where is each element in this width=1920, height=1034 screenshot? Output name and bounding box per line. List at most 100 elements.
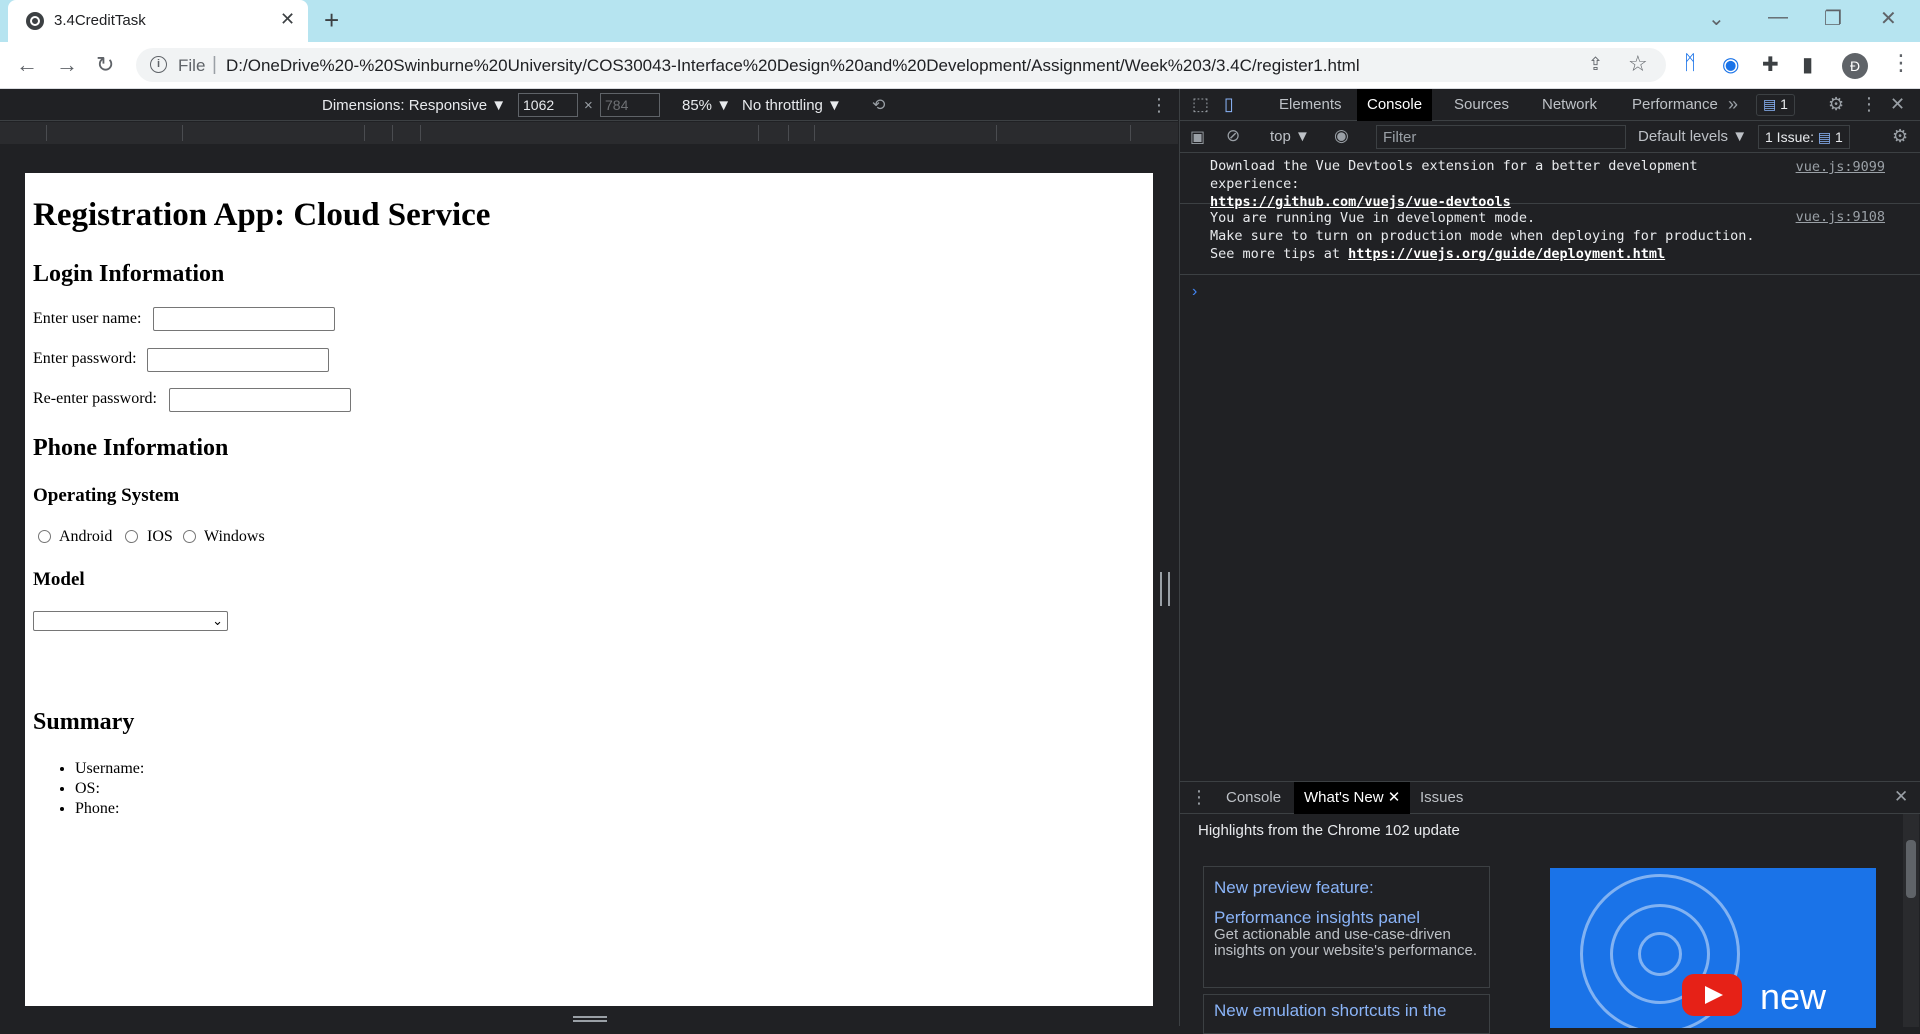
extension-sound-icon[interactable]: ◉: [1722, 52, 1739, 77]
rotate-icon[interactable]: ⟲: [872, 95, 885, 115]
ruler-mark[interactable]: [1130, 125, 1131, 141]
youtube-play-icon[interactable]: [1682, 974, 1742, 1016]
radio-android[interactable]: [38, 530, 51, 543]
tab-search-icon[interactable]: ⌄: [1708, 6, 1725, 31]
clear-console-icon[interactable]: ⊘: [1226, 126, 1240, 146]
model-select[interactable]: ⌄: [33, 611, 228, 631]
url-text[interactable]: D:/OneDrive%20-%20Swinburne%20University…: [226, 56, 1360, 76]
feature-card-title[interactable]: New preview feature:: [1214, 873, 1374, 903]
back-icon[interactable]: ←: [16, 52, 38, 78]
drawer-menu-icon[interactable]: ⋮: [1190, 787, 1208, 808]
info-icon[interactable]: i: [150, 56, 167, 73]
width-input[interactable]: 1062: [518, 93, 578, 117]
extensions-puzzle-icon[interactable]: ✚: [1762, 52, 1779, 77]
tab-sources[interactable]: Sources: [1444, 89, 1519, 121]
inspect-element-icon[interactable]: ⬚: [1192, 94, 1209, 115]
restore-icon[interactable]: ❐: [1824, 6, 1842, 31]
log-line: experience:: [1210, 176, 1300, 192]
devtools-menu-icon[interactable]: ⋮: [1860, 94, 1878, 115]
console-prompt[interactable]: ›: [1192, 283, 1197, 301]
zoom-select[interactable]: 85% ▼: [682, 97, 731, 114]
log-source-link[interactable]: vue.js:9108: [1796, 209, 1885, 225]
sidebar-toggle-icon[interactable]: ▣: [1190, 127, 1205, 147]
tab-network[interactable]: Network: [1532, 89, 1607, 121]
minimize-icon[interactable]: —: [1768, 6, 1788, 29]
drawer-tab-issues[interactable]: Issues: [1410, 782, 1473, 814]
console-settings-icon[interactable]: ⚙: [1892, 126, 1908, 147]
height-input[interactable]: 784: [600, 93, 660, 117]
ruler-mark[interactable]: [392, 125, 393, 141]
close-window-icon[interactable]: ✕: [1880, 6, 1897, 31]
settings-icon[interactable]: ⚙: [1828, 94, 1844, 115]
dimensions-select[interactable]: Dimensions: Responsive ▼: [322, 97, 506, 114]
close-devtools-icon[interactable]: ✕: [1890, 94, 1905, 115]
more-tabs-icon[interactable]: »: [1728, 94, 1738, 115]
ruler-mark[interactable]: [420, 125, 421, 141]
device-toggle-icon[interactable]: ▯: [1224, 94, 1234, 115]
drawer-tabbar: ⋮ Console What's New ✕ Issues ✕: [1180, 782, 1920, 814]
ruler-mark[interactable]: [814, 125, 815, 141]
username-input[interactable]: [153, 307, 335, 331]
issues-counter[interactable]: 1 Issue: ▤ 1: [1758, 125, 1850, 149]
forward-icon[interactable]: →: [56, 52, 78, 78]
radio-ios-label: IOS: [147, 528, 173, 545]
username-label: Enter user name:: [33, 310, 142, 327]
malwarebytes-icon[interactable]: ᛗ: [1684, 52, 1696, 75]
ruler-mark[interactable]: [758, 125, 759, 141]
new-tab-icon[interactable]: +: [324, 6, 339, 34]
console-filter-input[interactable]: Filter: [1376, 125, 1626, 149]
times-sign: ×: [584, 97, 593, 114]
device-toolbar: Dimensions: Responsive ▼ 1062 × 784 85% …: [0, 89, 1178, 121]
throttling-select[interactable]: No throttling ▼: [742, 97, 842, 114]
avatar[interactable]: Đ: [1842, 53, 1868, 79]
decor-ring: [1638, 932, 1682, 976]
close-tab-icon[interactable]: ✕: [1388, 789, 1401, 806]
ruler-mark[interactable]: [364, 125, 365, 141]
close-tab-icon[interactable]: ✕: [280, 9, 295, 30]
ruler-mark[interactable]: [182, 125, 183, 141]
close-drawer-icon[interactable]: ✕: [1894, 787, 1908, 807]
password-input[interactable]: [147, 348, 329, 372]
model-heading: Model: [33, 569, 85, 590]
address-bar[interactable]: i File | D:/OneDrive%20-%20Swinburne%20U…: [136, 48, 1666, 82]
ruler-mark[interactable]: [46, 125, 47, 141]
devtools-panel: ⬚ ▯ Elements Console Sources Network Per…: [1179, 89, 1920, 1034]
log-source-link[interactable]: vue.js:9099: [1796, 159, 1885, 175]
chrome-update-video-thumbnail[interactable]: new: [1550, 868, 1876, 1028]
feature-card-title[interactable]: New emulation shortcuts in the: [1214, 1001, 1446, 1021]
scrollbar-thumb[interactable]: [1906, 840, 1916, 898]
issues-badge[interactable]: ▤ 1: [1756, 94, 1795, 116]
issues-badge-count: 1: [1780, 96, 1788, 112]
reload-icon[interactable]: ↻: [96, 52, 114, 78]
summary-heading: Summary: [33, 709, 135, 735]
resize-handle-bottom[interactable]: [573, 1016, 607, 1022]
context-select[interactable]: top ▼: [1270, 128, 1310, 145]
live-expression-eye-icon[interactable]: ◉: [1334, 126, 1349, 146]
chrome-menu-icon[interactable]: ⋮: [1890, 50, 1912, 76]
console-toolbar: ▣ ⊘ top ▼ ◉ Filter Default levels ▼ 1 Is…: [1180, 121, 1920, 153]
ruler-mark[interactable]: [996, 125, 997, 141]
side-panel-icon[interactable]: ▮: [1802, 52, 1813, 77]
tab-performance[interactable]: Performance: [1622, 89, 1728, 121]
share-icon[interactable]: ⇪: [1588, 54, 1603, 75]
radio-ios[interactable]: [125, 530, 138, 543]
feature-card[interactable]: New emulation shortcuts in the: [1203, 994, 1490, 1034]
drawer-scrollbar[interactable]: [1903, 814, 1919, 1027]
tab-console[interactable]: Console: [1357, 89, 1433, 121]
more-options-icon[interactable]: ⋮: [1150, 95, 1168, 116]
tab-elements[interactable]: Elements: [1269, 89, 1352, 121]
drawer-tab-console[interactable]: Console: [1216, 782, 1291, 814]
resize-handle-right[interactable]: [1160, 572, 1170, 606]
log-levels-select[interactable]: Default levels ▼: [1638, 128, 1747, 145]
radio-windows[interactable]: [183, 530, 196, 543]
reenter-password-input[interactable]: [169, 388, 351, 412]
browser-tab[interactable]: 3.4CreditTask ✕: [8, 0, 308, 42]
feature-card[interactable]: New preview feature: Performance insight…: [1203, 866, 1490, 988]
bookmark-star-icon[interactable]: ☆: [1628, 51, 1648, 77]
console-message: You are running Vue in development mode.…: [1180, 205, 1920, 275]
vue-deployment-link[interactable]: https://vuejs.org/guide/deployment.html: [1348, 246, 1665, 262]
console-message: Download the Vue Devtools extension for …: [1180, 155, 1920, 210]
ruler-mark[interactable]: [788, 125, 789, 141]
drawer-tab-whats-new[interactable]: What's New ✕: [1294, 782, 1411, 814]
message-icon: ▤: [1763, 96, 1777, 112]
